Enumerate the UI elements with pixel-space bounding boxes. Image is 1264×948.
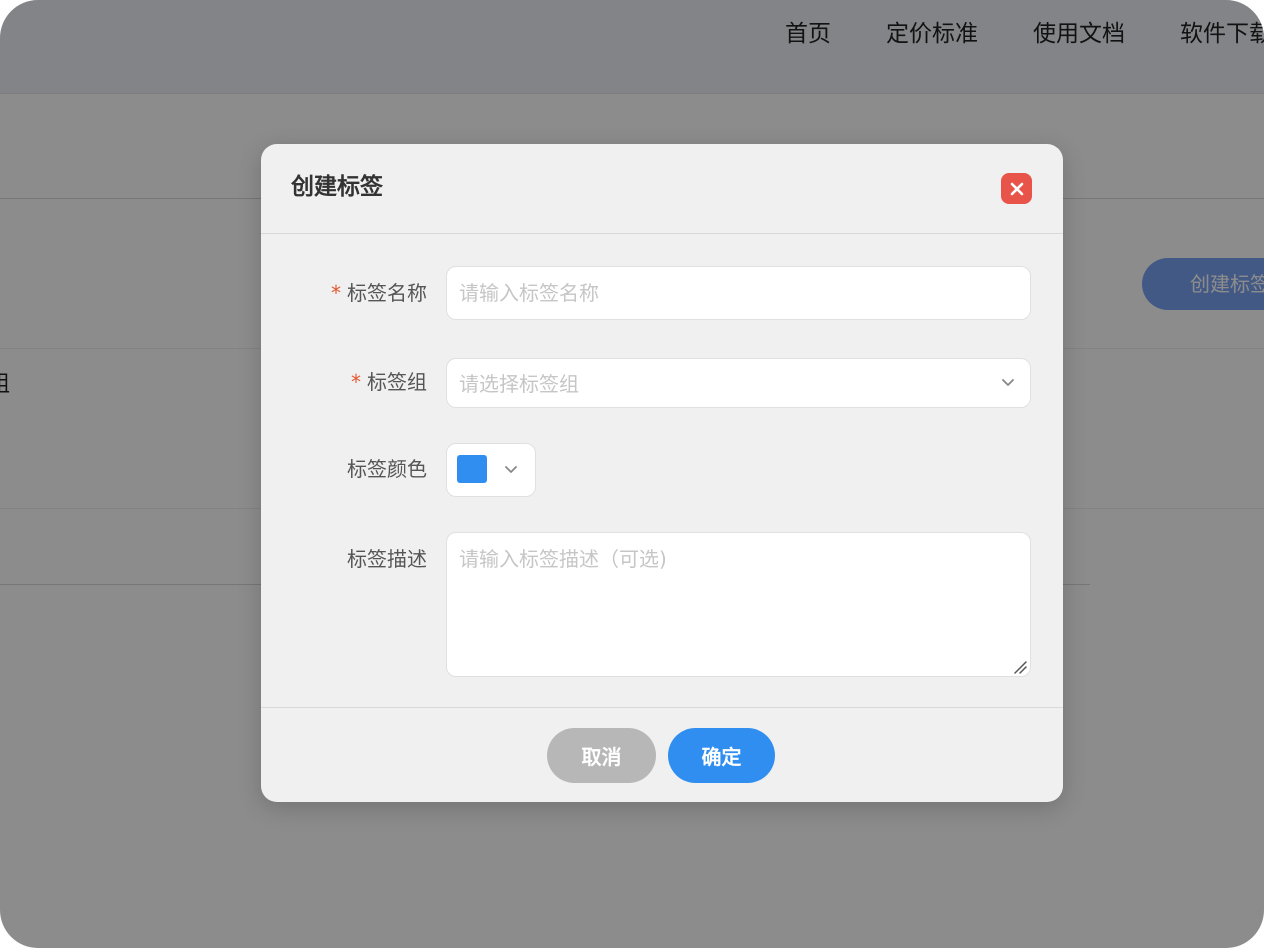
close-icon [1010, 182, 1023, 195]
app-frame: 首页 定价标准 使用文档 软件下载 创建标签 组 创建标签 *标签名称 [0, 0, 1264, 948]
chevron-down-icon [1002, 379, 1014, 386]
tag-name-input[interactable] [446, 266, 1031, 320]
dialog-header: 创建标签 [261, 144, 1063, 234]
resize-handle-icon[interactable] [1011, 658, 1027, 674]
field-label-text: 标签组 [367, 370, 427, 394]
color-picker[interactable] [446, 443, 536, 497]
dialog-title: 创建标签 [291, 174, 383, 200]
select-placeholder: 请选择标签组 [459, 372, 579, 396]
field-label-description: 标签描述 [347, 547, 427, 571]
cancel-button[interactable]: 取消 [547, 728, 656, 783]
tag-description-textarea[interactable] [446, 532, 1031, 677]
confirm-button[interactable]: 确定 [668, 728, 775, 783]
required-mark: * [331, 281, 341, 305]
field-label-text: 标签名称 [347, 281, 427, 305]
required-mark: * [351, 370, 361, 394]
field-label-group: * 标签组 [351, 368, 427, 396]
tag-group-select[interactable]: 请选择标签组 [446, 358, 1031, 408]
dialog-footer: 取消 确定 [261, 707, 1063, 802]
create-tag-dialog: 创建标签 *标签名称 *标签组 请选择标签组 标签颜色 [261, 144, 1063, 802]
color-swatch [457, 455, 487, 483]
close-button[interactable] [1001, 173, 1032, 204]
field-label-color: 标签颜色 [347, 457, 427, 481]
chevron-down-icon [505, 466, 517, 473]
field-label-name: * 标签名称 [331, 279, 427, 307]
